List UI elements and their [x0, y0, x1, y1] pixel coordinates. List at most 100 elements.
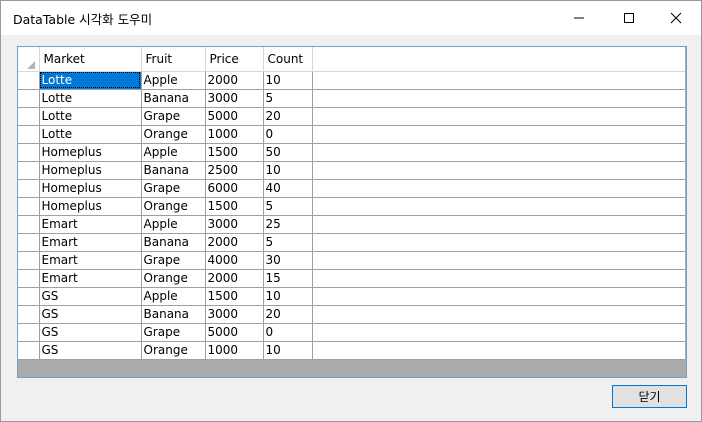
cell-fruit[interactable]: Banana — [141, 305, 206, 324]
cell-price[interactable]: 2000 — [205, 269, 264, 288]
data-grid[interactable]: Market Fruit Price Count Lotte Apple 2000 1… — [17, 46, 687, 378]
column-header-market[interactable]: Market — [39, 47, 142, 72]
cell-count[interactable]: 10 — [263, 341, 313, 360]
cell-market[interactable]: GS — [39, 305, 142, 324]
cell-price[interactable]: 3000 — [205, 305, 264, 324]
table-row[interactable]: GS Orange 1000 10 — [18, 341, 685, 360]
row-header[interactable] — [18, 305, 40, 324]
cell-price[interactable]: 1000 — [205, 125, 264, 144]
cell-price[interactable]: 3000 — [205, 89, 264, 108]
cell-price[interactable]: 1500 — [205, 197, 264, 216]
cell-fruit[interactable]: Grape — [141, 323, 206, 342]
cell-price[interactable]: 1500 — [205, 287, 264, 306]
cell-fruit[interactable]: Grape — [141, 179, 206, 198]
cell-fruit[interactable]: Orange — [141, 197, 206, 216]
cell-count[interactable]: 0 — [263, 323, 313, 342]
table-row[interactable]: Lotte Grape 5000 20 — [18, 107, 685, 126]
cell-market[interactable]: Lotte — [39, 125, 142, 144]
row-header[interactable] — [18, 233, 40, 252]
cell-price[interactable]: 5000 — [205, 323, 264, 342]
table-row[interactable]: Lotte Apple 2000 10 — [18, 71, 685, 90]
cell-count[interactable]: 20 — [263, 305, 313, 324]
cell-count[interactable]: 5 — [263, 197, 313, 216]
cell-market[interactable]: Lotte — [39, 89, 142, 108]
row-header[interactable] — [18, 251, 40, 270]
row-header[interactable] — [18, 125, 40, 144]
cell-count[interactable]: 5 — [263, 233, 313, 252]
cell-market[interactable]: Lotte — [39, 71, 142, 90]
cell-market[interactable]: GS — [39, 287, 142, 306]
row-header[interactable] — [18, 143, 40, 162]
cell-fruit[interactable]: Orange — [141, 269, 206, 288]
cell-fruit[interactable]: Banana — [141, 233, 206, 252]
column-header-price[interactable]: Price — [205, 47, 264, 72]
cell-price[interactable]: 1500 — [205, 143, 264, 162]
cell-fruit[interactable]: Grape — [141, 251, 206, 270]
row-header[interactable] — [18, 179, 40, 198]
cell-fruit[interactable]: Orange — [141, 125, 206, 144]
row-header[interactable] — [18, 287, 40, 306]
row-header[interactable] — [18, 197, 40, 216]
cell-price[interactable]: 2000 — [205, 233, 264, 252]
cell-count[interactable]: 50 — [263, 143, 313, 162]
cell-price[interactable]: 4000 — [205, 251, 264, 270]
cell-price[interactable]: 2000 — [205, 71, 264, 90]
cell-count[interactable]: 0 — [263, 125, 313, 144]
cell-market[interactable]: Emart — [39, 269, 142, 288]
cell-count[interactable]: 25 — [263, 215, 313, 234]
row-header[interactable] — [18, 161, 40, 180]
table-row[interactable]: GS Banana 3000 20 — [18, 305, 685, 324]
cell-fruit[interactable]: Banana — [141, 89, 206, 108]
cell-count[interactable]: 30 — [263, 251, 313, 270]
title-bar[interactable]: DataTable 시각화 도우미 — [1, 1, 701, 35]
cell-count[interactable]: 20 — [263, 107, 313, 126]
cell-fruit[interactable]: Grape — [141, 107, 206, 126]
cell-count[interactable]: 15 — [263, 269, 313, 288]
cell-price[interactable]: 3000 — [205, 215, 264, 234]
cell-price[interactable]: 6000 — [205, 179, 264, 198]
cell-fruit[interactable]: Apple — [141, 215, 206, 234]
row-header[interactable] — [18, 107, 40, 126]
cell-count[interactable]: 10 — [263, 287, 313, 306]
cell-count[interactable]: 10 — [263, 71, 313, 90]
column-header-fruit[interactable]: Fruit — [141, 47, 206, 72]
table-row[interactable]: Homeplus Orange 1500 5 — [18, 197, 685, 216]
cell-price[interactable]: 1000 — [205, 341, 264, 360]
table-row[interactable]: Lotte Banana 3000 5 — [18, 89, 685, 108]
row-header[interactable] — [18, 323, 40, 342]
table-row[interactable]: Homeplus Apple 1500 50 — [18, 143, 685, 162]
cell-market[interactable]: Emart — [39, 251, 142, 270]
cell-fruit[interactable]: Orange — [141, 341, 206, 360]
cell-count[interactable]: 5 — [263, 89, 313, 108]
cell-fruit[interactable]: Apple — [141, 287, 206, 306]
row-header[interactable] — [18, 269, 40, 288]
cell-price[interactable]: 5000 — [205, 107, 264, 126]
table-row[interactable]: Homeplus Banana 2500 10 — [18, 161, 685, 180]
cell-market[interactable]: Emart — [39, 215, 142, 234]
close-window-button[interactable] — [653, 1, 699, 35]
cell-market[interactable]: Lotte — [39, 107, 142, 126]
cell-fruit[interactable]: Banana — [141, 161, 206, 180]
cell-market[interactable]: GS — [39, 341, 142, 360]
cell-market[interactable]: Homeplus — [39, 197, 142, 216]
select-all-corner[interactable] — [18, 47, 40, 72]
cell-fruit[interactable]: Apple — [141, 143, 206, 162]
cell-market[interactable]: Homeplus — [39, 161, 142, 180]
row-header[interactable] — [18, 341, 40, 360]
cell-count[interactable]: 10 — [263, 161, 313, 180]
row-header[interactable] — [18, 215, 40, 234]
table-row[interactable]: Emart Apple 3000 25 — [18, 215, 685, 234]
row-header[interactable] — [18, 71, 40, 90]
cell-market[interactable]: Homeplus — [39, 143, 142, 162]
minimize-button[interactable] — [556, 1, 602, 35]
close-button[interactable]: 닫기 — [612, 385, 687, 408]
table-row[interactable]: GS Apple 1500 10 — [18, 287, 685, 306]
table-row[interactable]: GS Grape 5000 0 — [18, 323, 685, 342]
table-row[interactable]: Emart Banana 2000 5 — [18, 233, 685, 252]
maximize-button[interactable] — [606, 1, 652, 35]
table-row[interactable]: Emart Orange 2000 15 — [18, 269, 685, 288]
column-header-count[interactable]: Count — [263, 47, 313, 72]
table-row[interactable]: Homeplus Grape 6000 40 — [18, 179, 685, 198]
cell-market[interactable]: Homeplus — [39, 179, 142, 198]
row-header[interactable] — [18, 89, 40, 108]
